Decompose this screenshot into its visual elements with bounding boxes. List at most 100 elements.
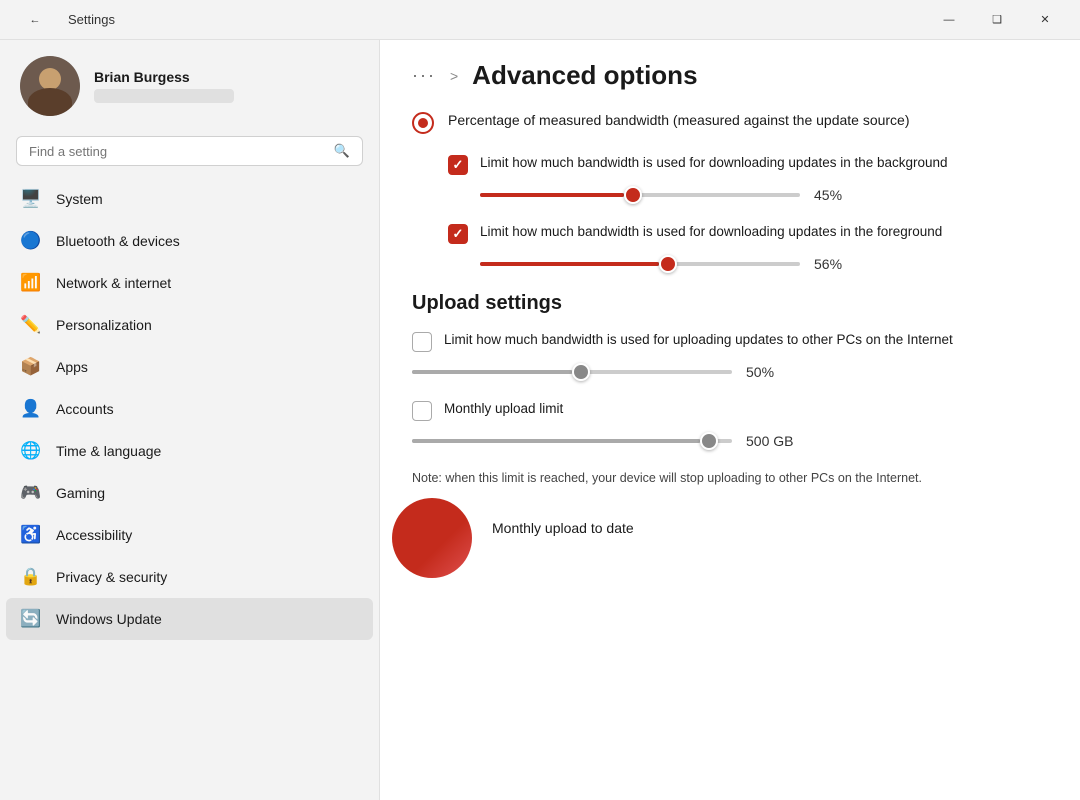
slider-thumb-1[interactable] xyxy=(624,186,642,204)
maximize-button[interactable]: ❑ xyxy=(974,4,1020,36)
checkbox-1[interactable] xyxy=(448,155,468,175)
sidebar-item-accessibility[interactable]: ♿ Accessibility xyxy=(6,514,373,556)
slider-fill-3 xyxy=(412,370,572,374)
sidebar-item-label-accessibility: Accessibility xyxy=(56,527,132,543)
upload-setting-2: Monthly upload limit 500 GB xyxy=(412,400,1048,449)
sidebar-item-label-update: Windows Update xyxy=(56,611,162,627)
download-setting-2: Limit how much bandwidth is used for dow… xyxy=(448,223,1048,272)
slider-value-1: 45% xyxy=(814,187,854,203)
accounts-icon: 👤 xyxy=(20,398,42,420)
user-section: Brian Burgess xyxy=(0,40,379,128)
checkbox-row-2: Limit how much bandwidth is used for dow… xyxy=(448,223,1048,244)
slider-track-1[interactable] xyxy=(480,193,800,197)
monthly-upload-label: Monthly upload to date xyxy=(492,520,634,536)
radio-label: Percentage of measured bandwidth (measur… xyxy=(448,111,910,131)
monthly-upload-row: Monthly upload to date xyxy=(412,498,1048,558)
slider-fill-2 xyxy=(480,262,659,266)
sidebar-item-label-time: Time & language xyxy=(56,443,161,459)
download-setting-1: Limit how much bandwidth is used for dow… xyxy=(448,154,1048,203)
slider-fill-4 xyxy=(412,439,700,443)
close-button[interactable]: ✕ xyxy=(1022,4,1068,36)
content-header: ··· > Advanced options xyxy=(380,40,1080,101)
sidebar-item-privacy[interactable]: 🔒 Privacy & security xyxy=(6,556,373,598)
sidebar-item-label-system: System xyxy=(56,191,103,207)
search-input[interactable] xyxy=(29,144,326,159)
personalization-icon: ✏️ xyxy=(20,314,42,336)
slider-thumb-4[interactable] xyxy=(700,432,718,450)
time-icon: 🌐 xyxy=(20,440,42,462)
back-button[interactable]: ← xyxy=(12,4,58,36)
checkbox-label-4: Monthly upload limit xyxy=(444,400,563,419)
accessibility-icon: ♿ xyxy=(20,524,42,546)
titlebar-left: ← Settings xyxy=(12,4,115,36)
sidebar-item-update[interactable]: 🔄 Windows Update xyxy=(6,598,373,640)
sidebar-item-system[interactable]: 🖥️ System xyxy=(6,178,373,220)
slider-thumb-2[interactable] xyxy=(659,255,677,273)
app-title: Settings xyxy=(68,12,115,27)
checkbox-label-2: Limit how much bandwidth is used for dow… xyxy=(480,223,942,242)
apps-icon: 📦 xyxy=(20,356,42,378)
privacy-icon: 🔒 xyxy=(20,566,42,588)
window-controls: — ❑ ✕ xyxy=(926,4,1068,36)
slider-value-2: 56% xyxy=(814,256,854,272)
slider-row-4: 500 GB xyxy=(412,433,1048,449)
gaming-icon: 🎮 xyxy=(20,482,42,504)
breadcrumb-dots: ··· xyxy=(412,65,436,86)
sidebar-item-time[interactable]: 🌐 Time & language xyxy=(6,430,373,472)
user-name: Brian Burgess xyxy=(94,69,234,85)
network-icon: 📶 xyxy=(20,272,42,294)
slider-fill-1 xyxy=(480,193,624,197)
radio-button[interactable] xyxy=(412,112,434,134)
checkbox-4[interactable] xyxy=(412,401,432,421)
minimize-button[interactable]: — xyxy=(926,4,972,36)
user-email xyxy=(94,89,234,103)
sidebar-item-gaming[interactable]: 🎮 Gaming xyxy=(6,472,373,514)
user-info: Brian Burgess xyxy=(94,69,234,103)
sidebar: Brian Burgess 🔍 🖥️ System 🔵 Bluetooth & … xyxy=(0,40,380,800)
slider-row-3: 50% xyxy=(412,364,1048,380)
sidebar-item-personalization[interactable]: ✏️ Personalization xyxy=(6,304,373,346)
slider-row-1: 45% xyxy=(480,187,1048,203)
search-box[interactable]: 🔍 xyxy=(16,136,363,166)
checkbox-label-3: Limit how much bandwidth is used for upl… xyxy=(444,331,953,350)
sidebar-item-label-personalization: Personalization xyxy=(56,317,152,333)
checkbox-label-1: Limit how much bandwidth is used for dow… xyxy=(480,154,948,173)
checkbox-2[interactable] xyxy=(448,224,468,244)
app-layout: Brian Burgess 🔍 🖥️ System 🔵 Bluetooth & … xyxy=(0,40,1080,800)
slider-track-4[interactable] xyxy=(412,439,732,443)
sidebar-item-accounts[interactable]: 👤 Accounts xyxy=(6,388,373,430)
nav-list: 🖥️ System 🔵 Bluetooth & devices 📶 Networ… xyxy=(0,178,379,640)
content-body: Percentage of measured bandwidth (measur… xyxy=(380,101,1080,578)
slider-thumb-3[interactable] xyxy=(572,363,590,381)
sidebar-item-label-accounts: Accounts xyxy=(56,401,114,417)
sidebar-item-label-privacy: Privacy & security xyxy=(56,569,167,585)
sidebar-item-bluetooth[interactable]: 🔵 Bluetooth & devices xyxy=(6,220,373,262)
avatar xyxy=(20,56,80,116)
upload-setting-1: Limit how much bandwidth is used for upl… xyxy=(412,331,1048,380)
upload-note: Note: when this limit is reached, your d… xyxy=(412,469,1048,488)
slider-row-2: 56% xyxy=(480,256,1048,272)
checkbox-row-4: Monthly upload limit xyxy=(412,400,1048,421)
slider-track-2[interactable] xyxy=(480,262,800,266)
content-area: ··· > Advanced options Percentage of mea… xyxy=(380,40,1080,800)
system-icon: 🖥️ xyxy=(20,188,42,210)
upload-section-title: Upload settings xyxy=(412,292,1048,315)
breadcrumb-arrow: > xyxy=(450,68,458,84)
titlebar: ← Settings — ❑ ✕ xyxy=(0,0,1080,40)
radio-option[interactable]: Percentage of measured bandwidth (measur… xyxy=(412,111,1048,134)
sidebar-item-apps[interactable]: 📦 Apps xyxy=(6,346,373,388)
checkbox-row-1: Limit how much bandwidth is used for dow… xyxy=(448,154,1048,175)
checkbox-3[interactable] xyxy=(412,332,432,352)
slider-track-3[interactable] xyxy=(412,370,732,374)
monthly-arc xyxy=(392,498,472,578)
sidebar-item-label-network: Network & internet xyxy=(56,275,171,291)
search-icon: 🔍 xyxy=(334,143,350,159)
sidebar-item-label-apps: Apps xyxy=(56,359,88,375)
page-title: Advanced options xyxy=(472,60,697,91)
bluetooth-icon: 🔵 xyxy=(20,230,42,252)
slider-value-4: 500 GB xyxy=(746,433,793,449)
sidebar-item-label-gaming: Gaming xyxy=(56,485,105,501)
checkbox-row-3: Limit how much bandwidth is used for upl… xyxy=(412,331,1048,352)
slider-value-3: 50% xyxy=(746,364,786,380)
sidebar-item-network[interactable]: 📶 Network & internet xyxy=(6,262,373,304)
